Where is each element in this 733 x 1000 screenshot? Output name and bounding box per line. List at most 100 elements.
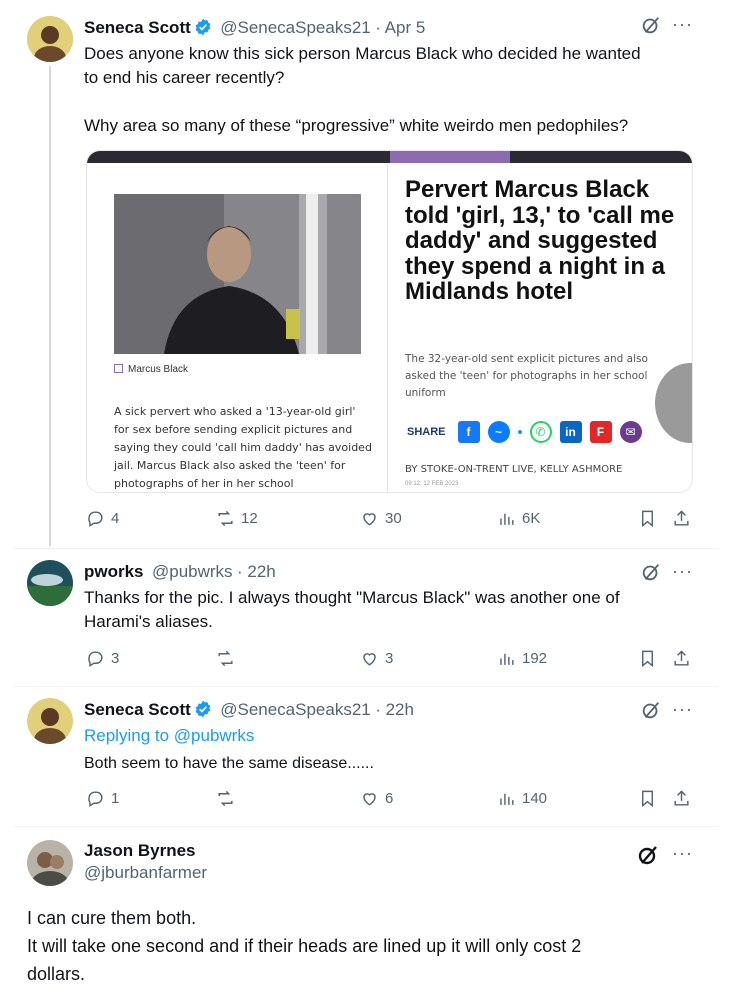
bookmark-button[interactable] (638, 509, 657, 528)
reply-icon (88, 511, 103, 527)
retweet-button[interactable] (216, 789, 241, 808)
views-button[interactable]: 140 (497, 789, 547, 808)
linkedin-icon[interactable]: in (559, 421, 582, 443)
retweet-button[interactable]: 12 (216, 509, 258, 528)
replying-to-link[interactable]: @pubwrks (174, 726, 255, 745)
verified-badge-icon (195, 700, 211, 718)
views-icon (500, 513, 514, 525)
facebook-icon[interactable]: f (457, 421, 480, 443)
avatar[interactable] (27, 840, 73, 886)
tweet-text-line: to end his career recently? (84, 68, 285, 87)
like-icon (363, 513, 376, 526)
handle[interactable]: @SenecaSpeaks21 (220, 18, 371, 37)
flipboard-icon[interactable]: F (589, 421, 612, 443)
bookmark-button[interactable] (638, 789, 657, 808)
email-icon[interactable]: ✉ (619, 421, 642, 443)
share-label: SHARE (407, 426, 446, 438)
timestamp[interactable]: · 22h (237, 562, 276, 581)
display-name[interactable]: pworks (84, 562, 144, 581)
reply-count: 3 (111, 650, 120, 667)
article-photo (114, 194, 361, 354)
divider (14, 686, 719, 687)
retweet-count: 12 (241, 510, 258, 527)
article-card[interactable]: Marcus Black A sick pervert who asked a … (86, 150, 693, 493)
share-icon (674, 650, 689, 666)
bookmark-icon (642, 650, 653, 668)
more-icon[interactable]: ··· (672, 14, 693, 35)
divider (14, 548, 719, 549)
tweet-text-line: It will take one second and if their hea… (27, 936, 582, 956)
retweet-icon (218, 790, 233, 807)
avatar-image (27, 840, 73, 886)
replying-to: Replying to @pubwrks (84, 724, 704, 748)
share-button[interactable] (672, 649, 691, 668)
display-name[interactable]: Seneca Scott (84, 700, 191, 719)
retweet-icon (218, 510, 233, 527)
avatar-image (27, 16, 73, 62)
messenger-icon[interactable]: ~ (487, 421, 510, 443)
like-button[interactable]: 6 (360, 789, 393, 808)
tweet-text-line: Thanks for the pic. I always thought "Ma… (84, 588, 620, 607)
more-icon[interactable]: ··· (672, 699, 693, 720)
avatar[interactable] (27, 698, 73, 744)
views-count: 192 (522, 650, 548, 667)
divider (14, 826, 719, 827)
photo-caption: Marcus Black (114, 364, 188, 375)
more-icon[interactable]: ··· (672, 561, 693, 582)
avatar[interactable] (27, 16, 73, 62)
article-date: 09:12, 12 FEB 2023 (405, 481, 459, 487)
tweet-text-line: Does anyone know this sick person Marcus… (84, 44, 641, 63)
share-icon (674, 790, 689, 806)
bookmark-icon (642, 510, 653, 528)
like-count: 3 (385, 650, 394, 667)
avatar[interactable] (27, 560, 73, 606)
share-button[interactable] (672, 509, 691, 528)
like-button[interactable]: 30 (360, 509, 402, 528)
grok-icon[interactable] (636, 843, 660, 873)
article-headline[interactable]: Pervert Marcus Black told 'girl, 13,' to… (405, 177, 692, 305)
tweet-text-line: dollars. (27, 964, 86, 984)
timestamp[interactable]: · 22h (375, 700, 414, 719)
grok-icon[interactable] (640, 699, 662, 727)
handle[interactable]: @jburbanfarmer (84, 863, 207, 883)
display-name[interactable]: Jason Byrnes (84, 841, 207, 861)
handle[interactable]: @SenecaSpeaks21 (220, 700, 371, 719)
views-button[interactable]: 192 (497, 649, 547, 668)
bookmark-icon (642, 790, 653, 808)
share-icon (674, 510, 689, 526)
views-button[interactable]: 6K (497, 509, 540, 528)
like-count: 6 (385, 790, 394, 807)
article-byline: BY STOKE-ON-TRENT LIVE, KELLY ASHMORE (405, 464, 623, 475)
share-button[interactable] (672, 789, 691, 808)
reply-count: 4 (111, 510, 120, 527)
like-icon (363, 653, 376, 666)
reply-button[interactable]: 3 (86, 649, 119, 668)
views-count: 140 (522, 790, 548, 807)
timestamp[interactable]: · Apr 5 (375, 18, 425, 37)
thread-line (49, 66, 51, 546)
more-icon[interactable]: ··· (672, 843, 693, 864)
tweet-text-line: I can cure them both. (27, 908, 197, 928)
share-bar: SHARE f ~ ✆ in F ✉ (407, 421, 642, 443)
views-icon (500, 793, 514, 805)
article-body: A sick pervert who asked a '13-year-old … (114, 405, 372, 490)
like-button[interactable]: 3 (360, 649, 393, 668)
card-divider (387, 163, 388, 492)
views-icon (500, 653, 514, 665)
retweet-button[interactable] (216, 649, 241, 668)
dot-separator (517, 430, 522, 434)
reply-button[interactable]: 1 (86, 789, 119, 808)
whatsapp-icon[interactable]: ✆ (529, 421, 552, 443)
grok-icon[interactable] (640, 14, 662, 42)
tweet-text-line: Both seem to have the same disease...... (84, 755, 374, 772)
verified-badge-icon (195, 18, 211, 36)
avatar-image (27, 698, 73, 744)
tweet-text-line: Why area so many of these “progressive” … (84, 116, 629, 135)
avatar-image (27, 560, 73, 606)
display-name[interactable]: Seneca Scott (84, 18, 191, 37)
reply-icon (88, 651, 103, 667)
reply-button[interactable]: 4 (86, 509, 119, 528)
handle[interactable]: @pubwrks (152, 562, 233, 581)
bookmark-button[interactable] (638, 649, 657, 668)
grok-icon[interactable] (640, 561, 662, 589)
